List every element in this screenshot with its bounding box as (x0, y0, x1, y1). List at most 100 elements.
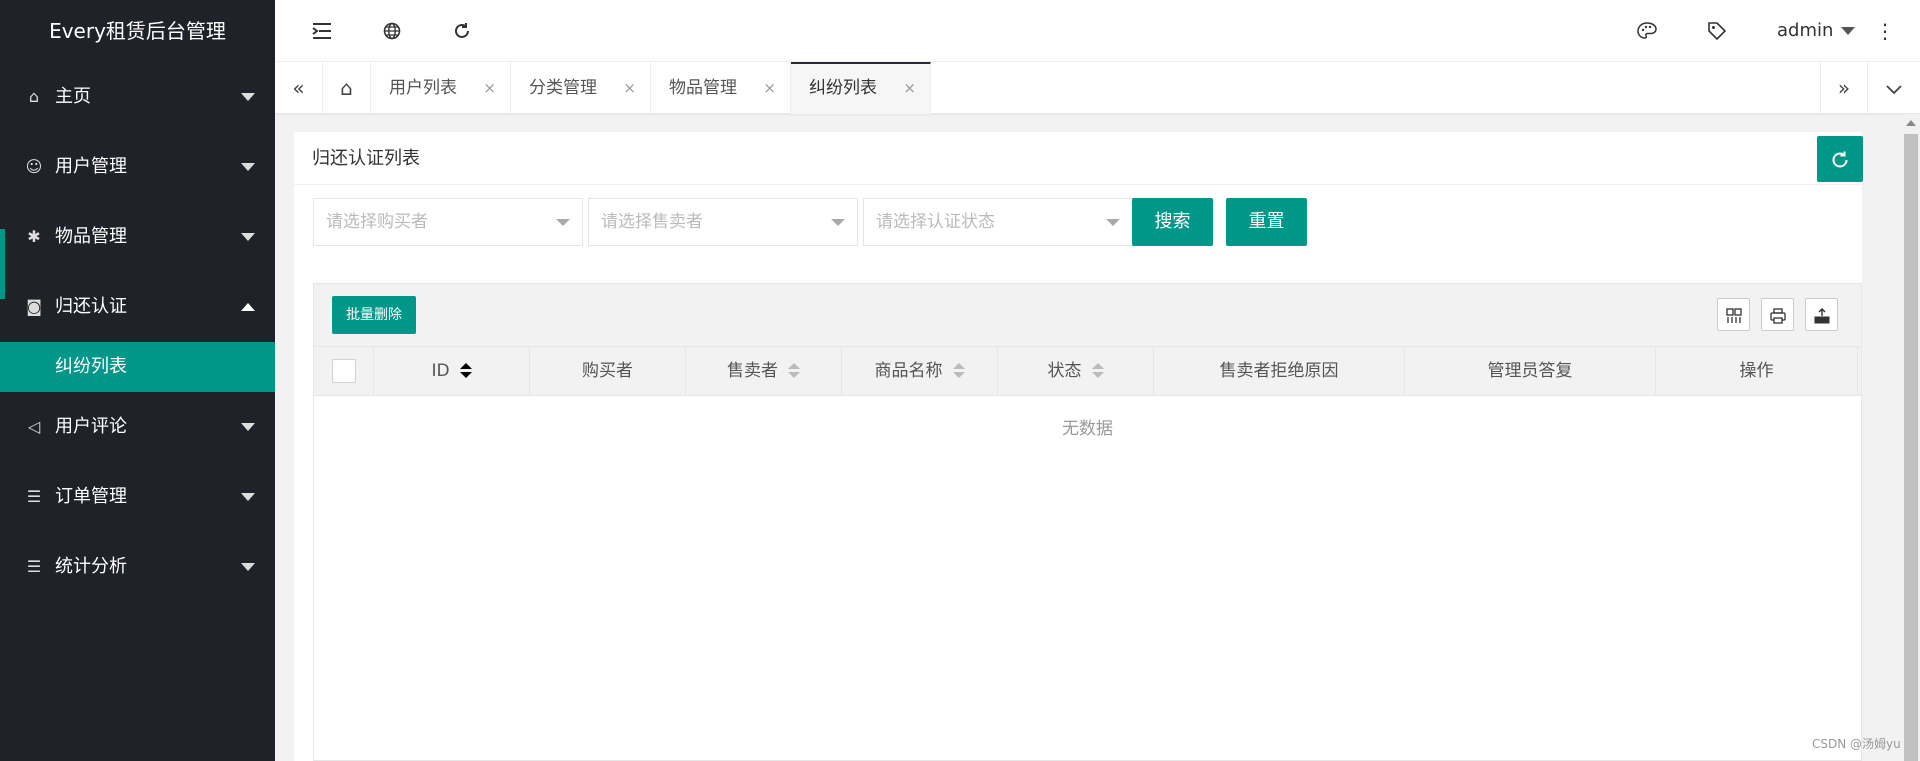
tabs-scroll-right-icon[interactable]: » (1820, 62, 1868, 114)
buyer-select[interactable]: 请选择购买者 (313, 198, 583, 246)
chevron-down-icon (831, 219, 845, 226)
globe-icon[interactable] (372, 0, 412, 62)
chevron-down-icon (241, 493, 255, 501)
more-icon[interactable]: ⋮ (1865, 0, 1905, 62)
column-header-actions: 操作 (1656, 347, 1858, 396)
page-title: 归还认证列表 (312, 148, 420, 169)
column-header-buyer: 购买者 (530, 347, 686, 396)
empty-state: 无数据 (1062, 419, 1113, 439)
close-icon[interactable]: × (903, 64, 916, 112)
chevron-down-icon (241, 233, 255, 241)
column-header-seller[interactable]: 售卖者 (686, 347, 842, 396)
close-icon[interactable]: × (623, 62, 636, 114)
tab-dispute-list[interactable]: 纠纷列表 × (791, 62, 931, 114)
watermark: CSDN @汤姆yu (1812, 737, 1901, 751)
column-header-reject-reason: 售卖者拒绝原因 (1154, 347, 1405, 396)
home-icon: ⌂ (28, 87, 40, 106)
chevron-down-icon (241, 163, 255, 171)
tab-category[interactable]: 分类管理 × (511, 62, 651, 114)
chevron-down-icon (241, 93, 255, 101)
username: admin (1777, 20, 1834, 41)
select-all-checkbox[interactable] (332, 359, 356, 383)
column-label: 状态 (1047, 361, 1082, 381)
scroll-up-icon[interactable] (1906, 120, 1916, 126)
chevron-up-icon (241, 303, 255, 311)
batch-delete-button[interactable]: 批量删除 (332, 296, 416, 334)
sidebar-item-statistics[interactable]: ☰ 统计分析 (0, 532, 275, 602)
tabs-dropdown-icon[interactable] (1868, 62, 1920, 114)
camera-icon: ◙ (26, 297, 42, 316)
sidebar-item-label: 用户评论 (55, 416, 127, 437)
column-label: ID (431, 361, 450, 381)
chevron-down-icon (1106, 219, 1120, 226)
list-icon: ☰ (26, 487, 42, 506)
tabs-scroll-left-icon[interactable]: « (275, 62, 323, 114)
scrollbar-thumb[interactable] (1904, 134, 1918, 761)
page-scrollbar[interactable] (1902, 114, 1920, 761)
close-icon[interactable]: × (483, 62, 496, 114)
tab-label: 用户列表 (389, 78, 457, 98)
tab-user-list[interactable]: 用户列表 × (371, 62, 511, 114)
data-table: 批量删除 ID 购买者 售卖者 商品名称 状态 售卖者拒绝原因 管理员答复 操作… (313, 283, 1862, 761)
sidebar-item-return-auth[interactable]: ◙ 归还认证 (0, 272, 275, 342)
sidebar-item-label: 物品管理 (55, 226, 127, 247)
status-select[interactable]: 请选择认证状态 (863, 198, 1133, 246)
sidebar: Every租赁后台管理 ⌂ 主页 ☺ 用户管理 ✱ 物品管理 ◙ 归还认证 纠纷… (0, 0, 275, 761)
close-icon[interactable]: × (763, 62, 776, 114)
column-label: 售卖者拒绝原因 (1219, 361, 1339, 381)
sidebar-item-users[interactable]: ☺ 用户管理 (0, 132, 275, 202)
reset-button[interactable]: 重置 (1226, 198, 1307, 246)
sidebar-item-orders[interactable]: ☰ 订单管理 (0, 462, 275, 532)
refresh-icon (1832, 151, 1848, 168)
user-menu[interactable]: admin (1777, 0, 1856, 62)
table-toolbar: 批量删除 (314, 284, 1861, 347)
column-label: 商品名称 (874, 361, 943, 381)
seller-select[interactable]: 请选择售卖者 (588, 198, 858, 246)
tab-bar: « ⌂ 用户列表 × 分类管理 × 物品管理 × 纠纷列表 × » (275, 62, 1920, 114)
reload-button[interactable] (1817, 136, 1863, 182)
column-label: 售卖者 (727, 361, 778, 381)
top-header: admin ⋮ (275, 0, 1920, 62)
menu-toggle-icon[interactable] (302, 0, 342, 62)
home-tab-icon[interactable]: ⌂ (323, 62, 371, 114)
table-header: ID 购买者 售卖者 商品名称 状态 售卖者拒绝原因 管理员答复 操作 (314, 347, 1861, 396)
tab-label: 分类管理 (529, 78, 597, 98)
column-header-status[interactable]: 状态 (998, 347, 1154, 396)
sort-icon (952, 363, 965, 379)
column-header-admin-reply: 管理员答复 (1405, 347, 1656, 396)
print-icon[interactable] (1761, 298, 1794, 331)
select-all-cell (314, 347, 374, 396)
list-icon: ☰ (26, 557, 42, 576)
refresh-icon[interactable] (442, 0, 482, 62)
column-header-id[interactable]: ID (374, 347, 530, 396)
columns-icon[interactable] (1717, 298, 1750, 331)
palette-icon[interactable] (1627, 0, 1667, 62)
chevron-down-icon (556, 219, 570, 226)
export-icon[interactable] (1805, 298, 1838, 331)
column-header-product-name[interactable]: 商品名称 (842, 347, 998, 396)
chevron-down-icon (241, 423, 255, 431)
sidebar-item-goods[interactable]: ✱ 物品管理 (0, 202, 275, 272)
sidebar-subitem-dispute-list[interactable]: 纠纷列表 (0, 342, 275, 392)
goods-icon: ✱ (27, 227, 41, 246)
chevron-down-icon (1841, 27, 1856, 35)
tab-label: 纠纷列表 (809, 78, 877, 98)
sidebar-item-home[interactable]: ⌂ 主页 (0, 62, 275, 132)
speaker-icon: ◁ (27, 417, 41, 436)
tag-icon[interactable] (1697, 0, 1737, 62)
column-label: 操作 (1739, 361, 1774, 381)
content-card: 归还认证列表 请选择购买者 请选择售卖者 请选择认证状态 搜索 重置 批量删除 (294, 132, 1863, 761)
column-label: 管理员答复 (1487, 361, 1573, 381)
sidebar-item-comments[interactable]: ◁ 用户评论 (0, 392, 275, 462)
seller-select-placeholder: 请选择售卖者 (601, 212, 703, 232)
tab-goods[interactable]: 物品管理 × (651, 62, 791, 114)
buyer-select-placeholder: 请选择购买者 (326, 212, 428, 232)
chevron-down-icon (241, 563, 255, 571)
app-title: Every租赁后台管理 (49, 19, 226, 43)
search-button[interactable]: 搜索 (1132, 198, 1213, 246)
card-header: 归还认证列表 (294, 132, 1863, 185)
column-label: 购买者 (582, 361, 633, 381)
sort-icon (1091, 363, 1104, 379)
sidebar-item-label: 订单管理 (55, 486, 127, 507)
tab-label: 物品管理 (669, 78, 737, 98)
